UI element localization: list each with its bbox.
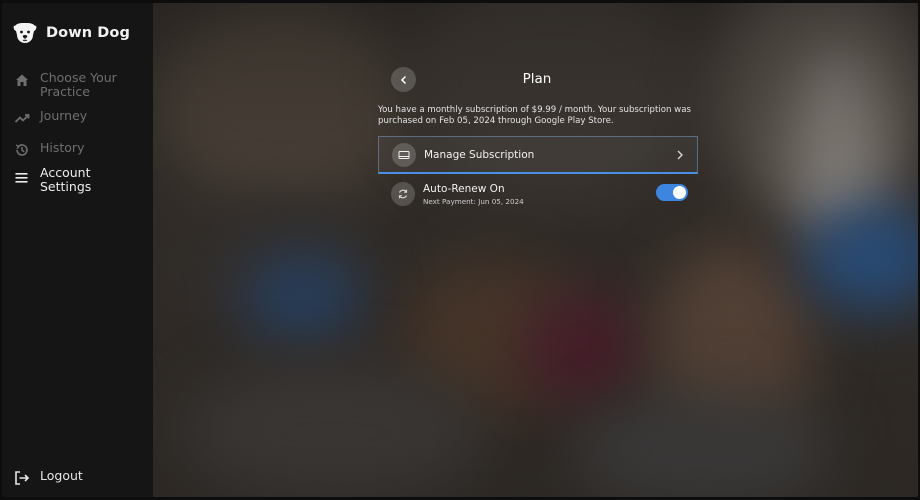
subscription-description: You have a monthly subscription of $9.99… [378,105,691,126]
card-icon-circle [392,142,416,167]
card-icon [398,150,410,159]
sidebar-item-label: Account Settings [40,165,92,194]
refresh-icon [398,189,408,199]
refresh-icon-circle [391,182,415,206]
menu-icon [15,173,28,183]
chevron-right-icon [677,150,683,160]
sidebar-item-label: Choose Your Practice [40,70,117,99]
auto-renew-row: Auto-Renew On Next Payment: Jun 05, 2024 [378,175,698,213]
trending-up-icon [14,114,30,123]
brand[interactable]: Down Dog [12,21,130,45]
toggle-knob [673,186,686,199]
sidebar-item-choose-practice[interactable]: Choose Your Practice [14,71,122,99]
app-window: Down Dog Choose Your Practice Journey Hi… [2,3,918,497]
app-name: Down Dog [46,25,130,41]
manage-subscription-label: Manage Subscription [424,148,535,161]
manage-subscription-button[interactable]: Manage Subscription [378,136,698,174]
page-title: Plan [522,71,552,87]
sidebar-item-label: History [40,140,85,155]
sidebar-item-account-settings[interactable]: Account Settings [14,166,100,194]
dog-logo-icon [13,23,37,43]
sidebar: Down Dog Choose Your Practice Journey Hi… [2,3,153,497]
sidebar-item-journey[interactable]: Journey [14,109,87,126]
history-icon [15,144,28,156]
home-icon [16,74,28,86]
auto-renew-toggle[interactable] [656,184,688,201]
logout-button[interactable]: Logout [14,469,83,486]
logout-icon [15,471,30,485]
auto-renew-label: Auto-Renew On [423,182,505,195]
sidebar-item-history[interactable]: History [14,141,84,158]
logout-label: Logout [40,468,83,483]
sidebar-item-label: Journey [40,108,88,123]
next-payment-text: Next Payment: Jun 05, 2024 [423,196,524,206]
